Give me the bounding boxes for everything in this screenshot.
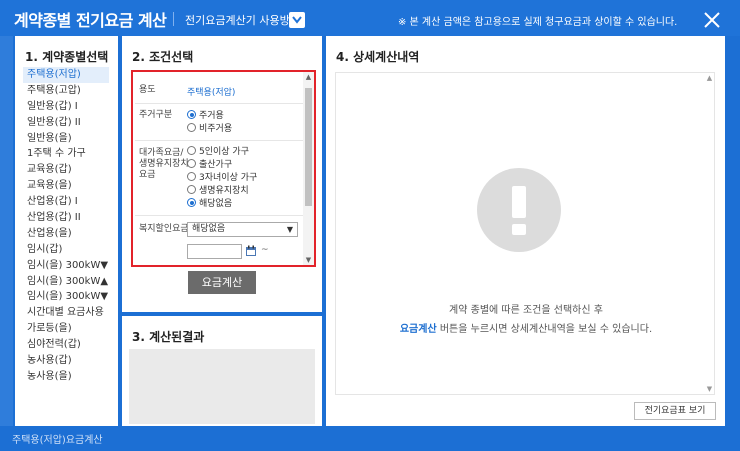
contract-type-item[interactable]: 산업용(갑) II <box>23 210 109 226</box>
scroll-thumb[interactable] <box>305 88 312 206</box>
condition-panel: 2. 조건선택 용도 주택용(저압) 주거구분 주거용 비주거용 대가족요금/ … <box>122 36 322 312</box>
residence-label: 주거구분 <box>139 110 173 120</box>
window-title: 계약종별 전기요금 계산 <box>14 11 167 30</box>
contract-type-item[interactable]: 농사용(갑) <box>23 353 109 369</box>
contract-type-list: 주택용(저압) 주택용(고압) 일반용(갑) I 일반용(갑) II 일반용(을) 1주택… <box>23 67 109 385</box>
radio-family-none[interactable]: 해당없음 <box>187 198 232 210</box>
radio-off-icon <box>187 159 196 168</box>
disclaimer-notice: ※ 본 계산 금액은 참고용으로 실제 청구요금과 상이할 수 있습니다. <box>398 17 678 28</box>
contract-type-item[interactable]: 주택용(저압) <box>23 67 109 83</box>
usage-value: 주택용(저압) <box>187 88 236 98</box>
usage-label: 용도 <box>139 85 156 95</box>
contract-type-item[interactable]: 주택용(고압) <box>23 83 109 99</box>
contract-type-item[interactable]: 교육용(갑) <box>23 162 109 178</box>
instruction-line-2: 요금계산 버튼을 누르시면 상세계산내역을 보실 수 있습니다. <box>399 324 653 335</box>
family-label: 대가족요금/ 생명유지장치 요금 <box>139 148 189 180</box>
result-panel: 3. 계산된결과 <box>122 316 322 426</box>
radio-family-birth[interactable]: 출산가구 <box>187 159 232 171</box>
close-button[interactable] <box>703 11 721 29</box>
scroll-up-icon[interactable]: ▲ <box>304 73 313 81</box>
radio-on-icon <box>187 198 196 207</box>
contract-type-item[interactable]: 교육용(을) <box>23 178 109 194</box>
welfare-label: 복지할인요금 <box>139 224 189 234</box>
date-separator: ~ <box>261 245 269 255</box>
rate-table-button[interactable]: 전기요금표 보기 <box>634 402 716 420</box>
chevron-down-icon <box>292 16 302 24</box>
contract-type-item[interactable]: 심야전력(갑) <box>23 337 109 353</box>
radio-off-icon <box>187 185 196 194</box>
divider <box>135 103 305 104</box>
contract-type-item[interactable]: 산업용(을) <box>23 226 109 242</box>
form-scrollbar[interactable]: ▲ ▼ <box>303 72 314 265</box>
calculate-button[interactable]: 요금계산 <box>188 271 256 294</box>
welfare-select[interactable]: 해당없음 ▼ <box>187 222 298 237</box>
panel4-heading: 4. 상세계산내역 <box>336 50 420 64</box>
howto-link[interactable]: 전기요금계산기 사용방법 <box>185 12 300 28</box>
exclamation-icon <box>477 168 561 252</box>
detail-area: 계약 종별에 따른 조건을 선택하신 후 요금계산 버튼을 누르시면 상세계산내… <box>335 72 715 395</box>
contract-type-item[interactable]: 1주택 수 가구 <box>23 146 109 162</box>
instruction-line-1: 계약 종별에 따른 조건을 선택하신 후 <box>449 305 603 316</box>
title-bar: 계약종별 전기요금 계산 전기요금계산기 사용방법 ※ 본 계산 금액은 참고용… <box>0 0 740 36</box>
contract-type-panel: 1. 계약종별선택 주택용(저압) 주택용(고압) 일반용(갑) I 일반용(갑) I… <box>15 36 118 426</box>
radio-off-icon <box>187 146 196 155</box>
contract-type-item[interactable]: 일반용(갑) I <box>23 99 109 115</box>
radio-off-icon <box>187 172 196 181</box>
contract-type-item[interactable]: 임시(갑) <box>23 242 109 258</box>
divider <box>135 215 305 216</box>
calc-keyword: 요금계산 <box>399 324 437 335</box>
title-separator <box>173 12 174 26</box>
scroll-down-icon[interactable]: ▼ <box>705 385 714 393</box>
left-edge-strip <box>0 36 13 426</box>
scroll-up-icon[interactable]: ▲ <box>705 74 714 82</box>
contract-type-item[interactable]: 임시(을) 300kW▼ <box>23 258 109 274</box>
detail-scrollbar[interactable]: ▲ ▼ <box>704 73 714 394</box>
condition-form: 용도 주택용(저압) 주거구분 주거용 비주거용 대가족요금/ 생명유지장치 요… <box>131 70 316 267</box>
calendar-icon[interactable] <box>245 245 257 257</box>
contract-type-item[interactable]: 산업용(갑) I <box>23 194 109 210</box>
footer-text: 주택용(저압)요금계산 <box>12 435 103 446</box>
radio-family-five-plus[interactable]: 5인이상 가구 <box>187 146 249 158</box>
howto-toggle-button[interactable] <box>289 12 305 28</box>
contract-type-item[interactable]: 시간대별 요금사용 <box>23 305 109 321</box>
radio-on-icon <box>187 110 196 119</box>
panel3-heading: 3. 계산된결과 <box>132 330 205 344</box>
panel2-heading: 2. 조건선택 <box>132 50 194 64</box>
contract-type-item[interactable]: 임시(을) 300kW▲ <box>23 274 109 290</box>
contract-type-item[interactable]: 임시(을) 300kW▼ <box>23 289 109 305</box>
radio-residence-nonresidential[interactable]: 비주거용 <box>187 123 232 135</box>
radio-family-life-support[interactable]: 생명유지장치 <box>187 185 249 197</box>
radio-family-three-children[interactable]: 3자녀이상 가구 <box>187 172 257 184</box>
close-icon <box>704 12 720 28</box>
contract-type-item[interactable]: 가로등(을) <box>23 321 109 337</box>
divider <box>135 140 305 141</box>
panel1-heading: 1. 계약종별선택 <box>25 50 109 64</box>
radio-residence-residential[interactable]: 주거용 <box>187 110 224 122</box>
date-input[interactable] <box>187 244 242 259</box>
contract-type-item[interactable]: 일반용(갑) II <box>23 115 109 131</box>
detail-panel: 4. 상세계산내역 계약 종별에 따른 조건을 선택하신 후 요금계산 버튼을 … <box>326 36 725 426</box>
radio-off-icon <box>187 123 196 132</box>
scroll-down-icon[interactable]: ▼ <box>304 256 313 264</box>
chevron-down-icon: ▼ <box>286 225 293 234</box>
result-box <box>129 349 315 424</box>
contract-type-item[interactable]: 농사용(을) <box>23 369 109 385</box>
contract-type-item[interactable]: 일반용(을) <box>23 131 109 147</box>
